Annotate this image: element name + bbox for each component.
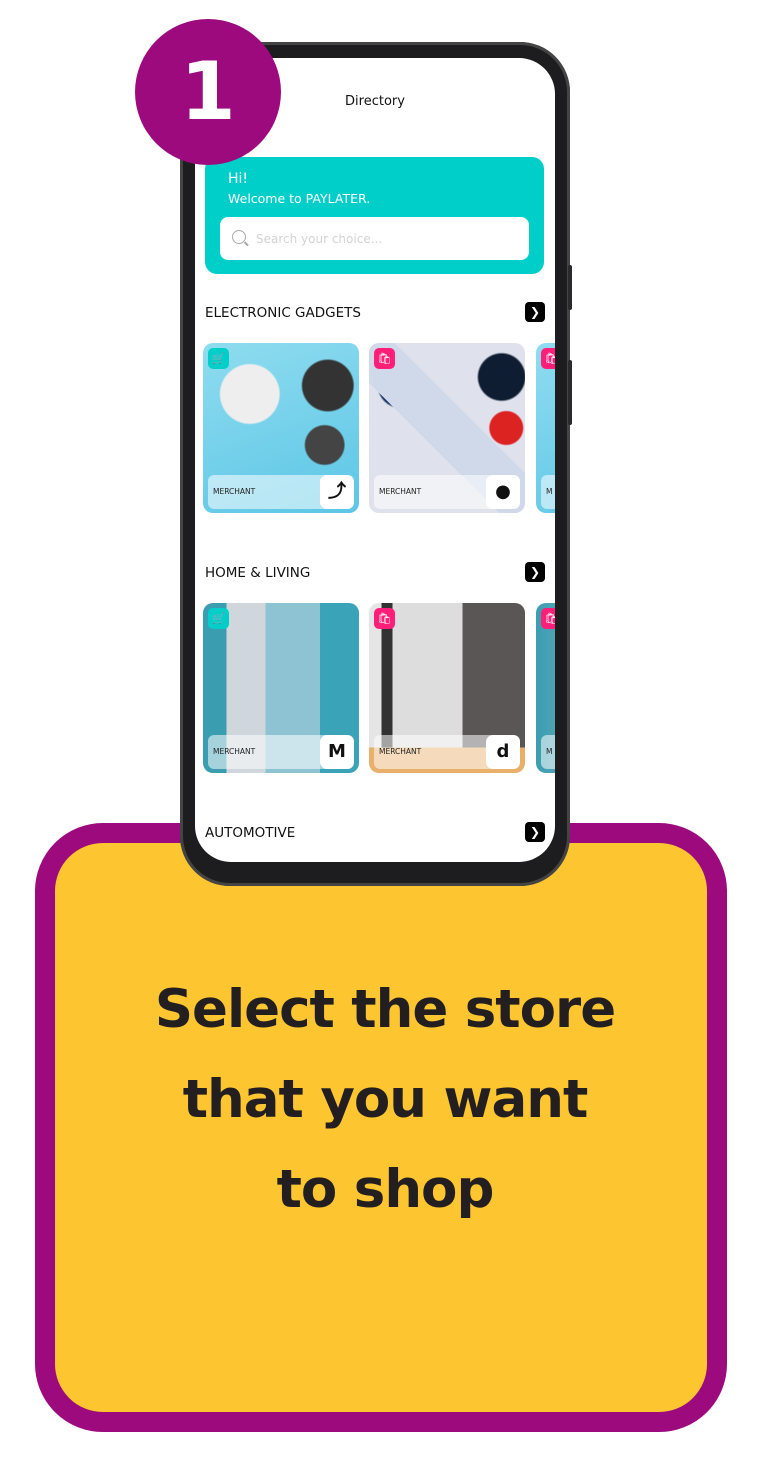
merchant-card[interactable]: 🛍 M — [536, 343, 555, 513]
volume-button — [568, 265, 572, 310]
anteater-logo-icon: ⤴ — [320, 475, 354, 509]
greeting: Hi! — [228, 171, 249, 187]
shopping-bag-icon: 🛍 — [541, 348, 555, 369]
elephant-logo-icon: ● — [486, 475, 520, 509]
welcome-banner: Hi! Welcome to PAYLATER. — [205, 157, 544, 274]
section-home-living: HOME & LIVING ❯ — [205, 562, 545, 582]
merchant-label: MERCHANT — [379, 747, 422, 756]
search-input[interactable] — [256, 217, 516, 260]
merchant-label: MERCHANT — [213, 487, 256, 496]
merchant-card[interactable]: 🛒 MERCHANT M — [203, 603, 359, 773]
merchant-card[interactable]: 🛍 MERCHANT d — [369, 603, 525, 773]
section-title: HOME & LIVING — [205, 565, 311, 581]
phone-screen: Directory Hi! Welcome to PAYLATER. ELECT… — [195, 58, 555, 862]
caption: Select the store that you want to shop — [35, 965, 735, 1235]
search-bar[interactable] — [220, 217, 529, 260]
cart-icon: 🛒 — [208, 608, 229, 629]
shopping-bag-icon: 🛍 — [541, 608, 555, 629]
merchant-label: M — [546, 747, 553, 756]
caption-line3: to shop — [276, 1159, 495, 1220]
chevron-right-icon[interactable]: ❯ — [525, 302, 545, 322]
step-badge: 1 — [135, 19, 281, 165]
caption-line2: that you want — [182, 1069, 589, 1130]
section-electronic-gadgets: ELECTRONIC GADGETS ❯ — [205, 302, 545, 322]
power-button — [568, 360, 572, 425]
merchant-label: MERCHANT — [213, 747, 256, 756]
caption-bold: Select — [154, 979, 335, 1040]
section-automotive: AUTOMOTIVE ❯ — [205, 822, 545, 842]
m-logo-icon: M — [320, 735, 354, 769]
merchant-label: M — [546, 487, 553, 496]
section-title: ELECTRONIC GADGETS — [205, 305, 361, 321]
section-title: AUTOMOTIVE — [205, 825, 296, 841]
welcome-text: Welcome to PAYLATER. — [228, 191, 371, 206]
search-icon — [232, 230, 246, 244]
shopping-bag-icon: 🛍 — [374, 608, 395, 629]
merchant-card[interactable]: 🛒 MERCHANT ⤴ — [203, 343, 359, 513]
merchant-card[interactable]: 🛍 M — [536, 603, 555, 773]
cart-icon: 🛒 — [208, 348, 229, 369]
chevron-right-icon[interactable]: ❯ — [525, 562, 545, 582]
chevron-right-icon[interactable]: ❯ — [525, 822, 545, 842]
merchant-card[interactable]: 🛍 MERCHANT ● — [369, 343, 525, 513]
caption-line1: the store — [333, 979, 616, 1040]
d-logo-icon: d — [486, 735, 520, 769]
merchant-label: MERCHANT — [379, 487, 422, 496]
shopping-bag-icon: 🛍 — [374, 348, 395, 369]
